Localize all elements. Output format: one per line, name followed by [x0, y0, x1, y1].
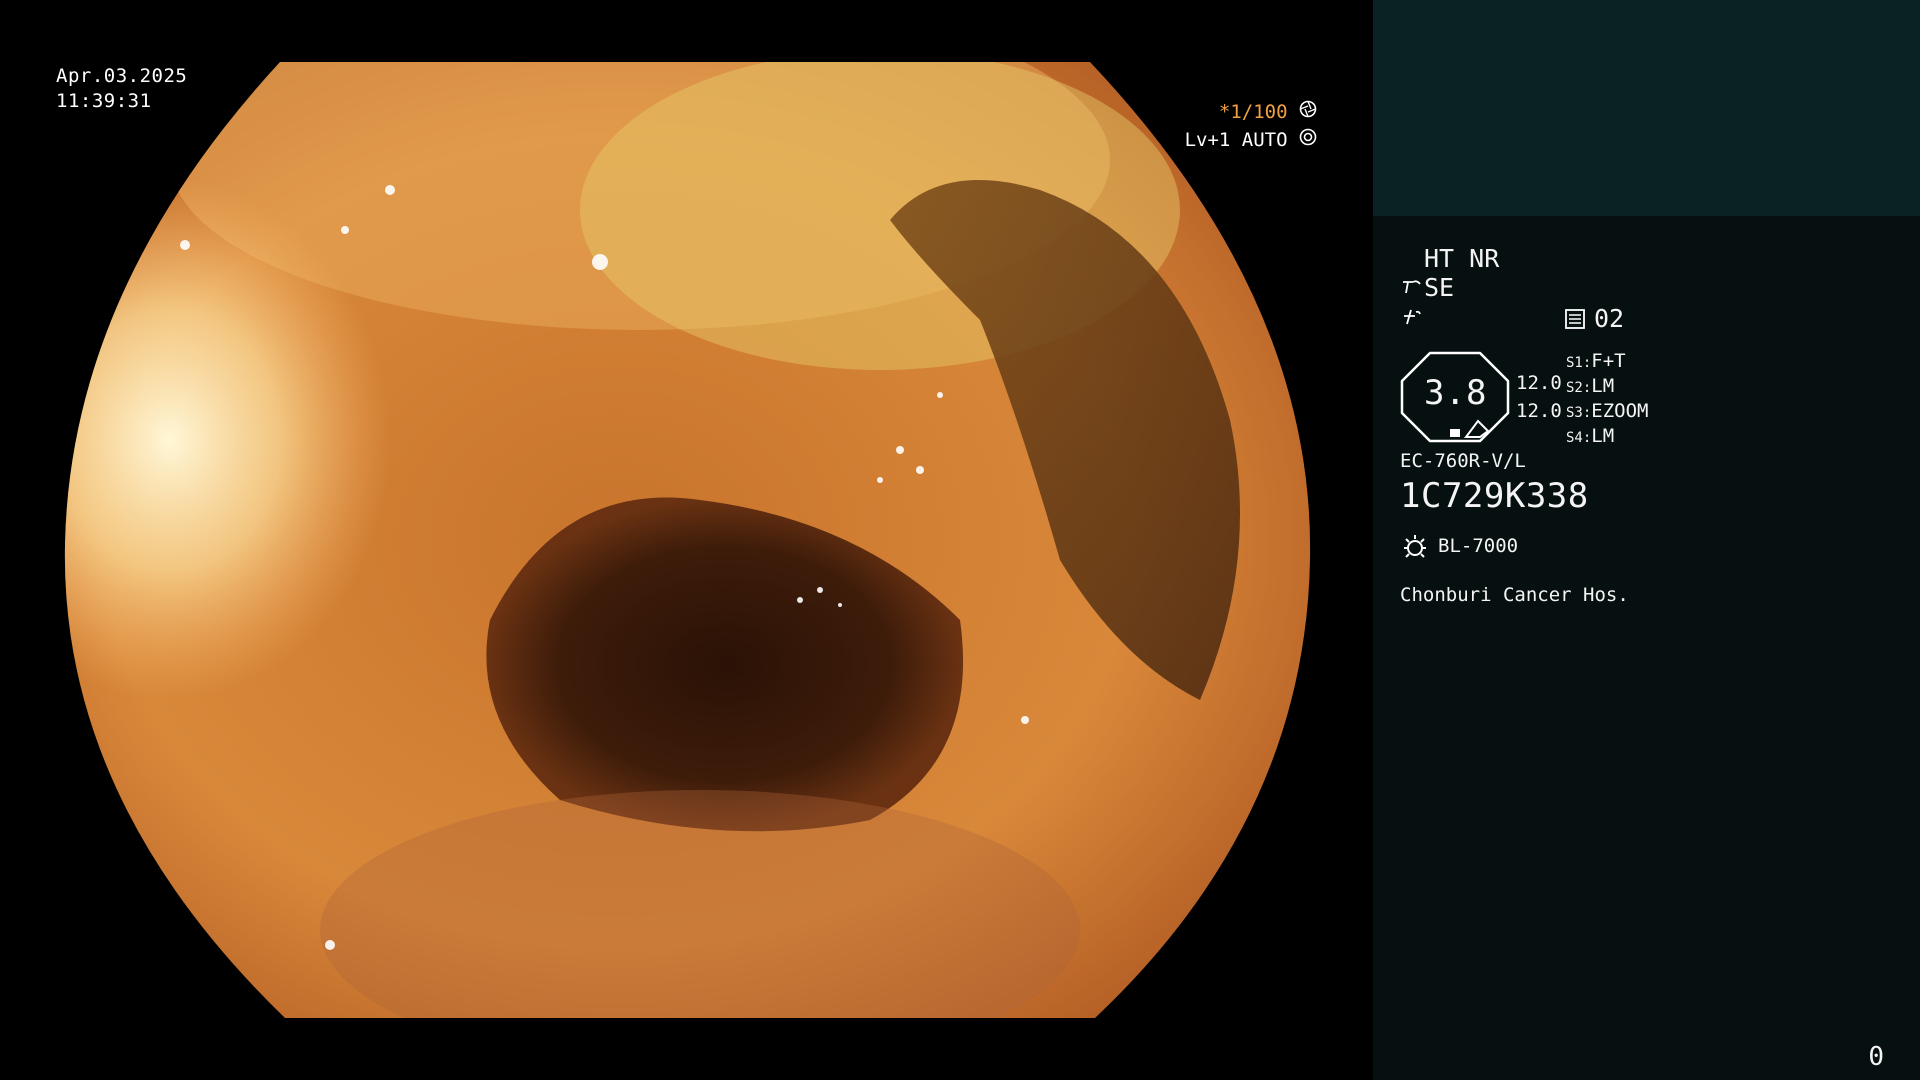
timestamp: Apr.03.2025 11:39:31 — [56, 64, 187, 114]
switch-key: S2 — [1566, 380, 1583, 396]
scope-model: EC-760R-V/L — [1400, 450, 1526, 472]
edge-enhance-icon — [1404, 309, 1421, 325]
light-source-icon — [1404, 535, 1426, 558]
shutter-speed: *1/100 — [1218, 101, 1288, 123]
mode-label: HT NR — [1424, 244, 1500, 273]
scope-serial: 1C729K338 — [1400, 476, 1589, 516]
light-source-label: BL-7000 — [1438, 535, 1519, 557]
switch-value: EZOOM — [1591, 400, 1649, 422]
corner-indicator: 0 — [1868, 1042, 1884, 1072]
exposure-info: *1/100 Lv+1 AUTO — [1185, 98, 1317, 154]
switch-key: S4 — [1566, 430, 1583, 446]
panel-header-area — [1373, 0, 1920, 216]
aperture-icon — [1299, 100, 1317, 118]
endoscopic-image — [64, 62, 1311, 1018]
iris-mode: Lv+1 AUTO — [1184, 129, 1288, 151]
switch-key: S3 — [1566, 405, 1583, 421]
se-label: SE — [1424, 273, 1455, 302]
structure-enhance-icon — [1403, 280, 1421, 294]
switch-value: F+T — [1591, 350, 1626, 372]
hospital-name: Chonburi Cancer Hos. — [1400, 584, 1629, 606]
switch-row-1: S1:F+T — [1566, 350, 1626, 372]
switch-key: S1 — [1566, 355, 1583, 371]
value-a: 12.0 — [1516, 372, 1562, 394]
date-label: Apr.03.2025 — [56, 65, 188, 87]
value-b: 12.0 — [1516, 400, 1562, 422]
endoscope-view: Apr.03.2025 11:39:31 *1/100 Lv+1 AUTO — [0, 0, 1373, 1080]
switch-value: LM — [1591, 425, 1615, 447]
switch-row-2: S2:LM — [1566, 375, 1615, 397]
zoom-value: 3.8 — [1424, 373, 1487, 413]
film-counter: 02 — [1594, 304, 1625, 333]
switch-row-4: S4:LM — [1566, 425, 1615, 447]
iris-icon — [1299, 128, 1317, 146]
switch-value: LM — [1591, 375, 1615, 397]
switch-row-3: S3:EZOOM — [1566, 400, 1649, 422]
time-label: 11:39:31 — [56, 90, 152, 112]
film-counter-icon — [1565, 309, 1585, 329]
